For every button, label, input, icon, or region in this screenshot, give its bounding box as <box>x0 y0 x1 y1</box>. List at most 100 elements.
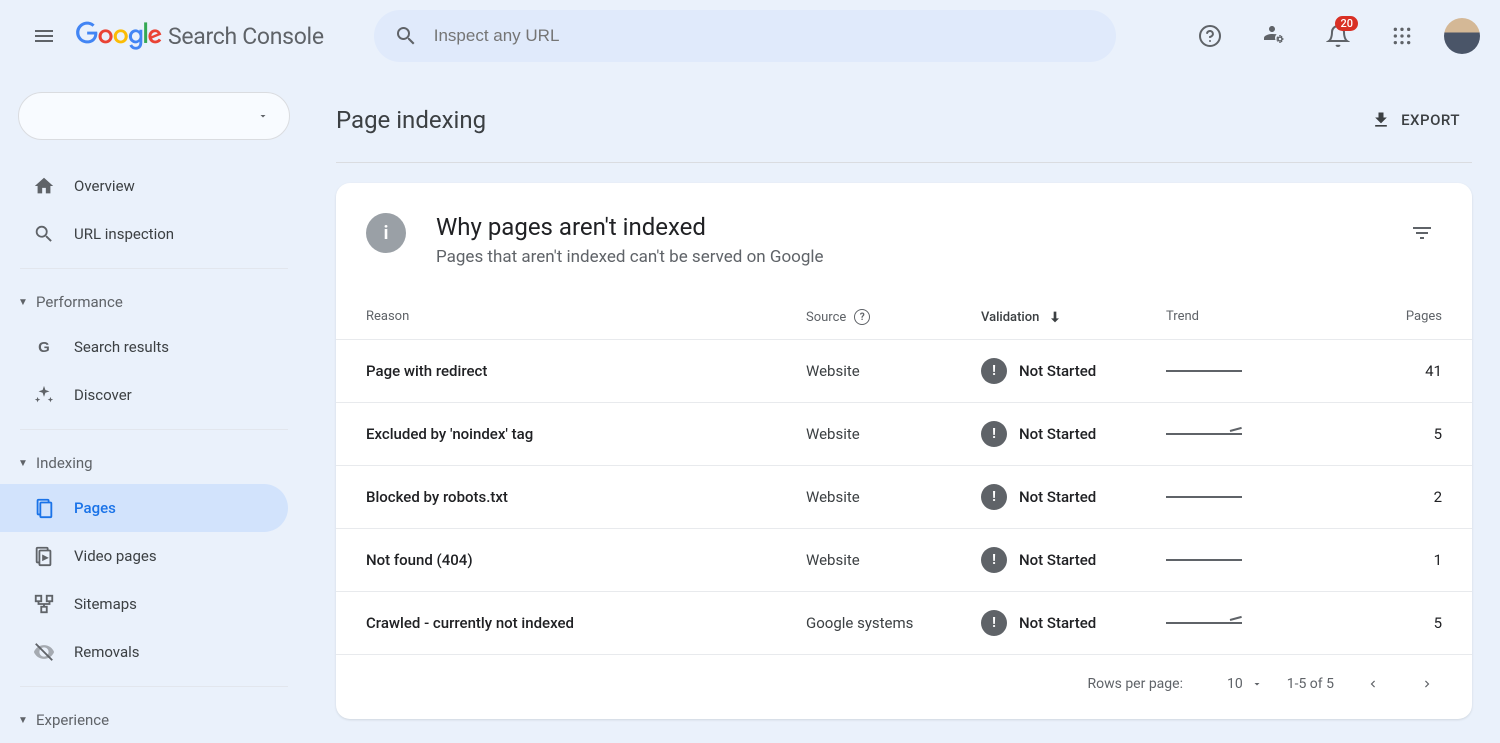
cell-validation: ! Not Started <box>981 484 1166 510</box>
col-source[interactable]: Source ? <box>806 309 981 325</box>
reasons-table: Reason Source ? Validation Trend Pages P… <box>336 295 1472 719</box>
home-icon <box>32 174 56 198</box>
table-row[interactable]: Blocked by robots.txt Website ! Not Star… <box>336 466 1472 529</box>
trend-sparkline <box>1166 496 1242 498</box>
apps-button[interactable] <box>1380 14 1424 58</box>
table-row[interactable]: Crawled - currently not indexed Google s… <box>336 592 1472 655</box>
status-not-started-icon: ! <box>981 484 1007 510</box>
section-experience[interactable]: ▼ Experience <box>0 697 308 741</box>
sidebar-item-url-inspection[interactable]: URL inspection <box>0 210 288 258</box>
cell-trend <box>1166 559 1341 561</box>
cell-pages: 5 <box>1341 425 1442 443</box>
apps-grid-icon <box>1392 26 1412 46</box>
export-button[interactable]: EXPORT <box>1359 102 1472 138</box>
next-page-button[interactable] <box>1412 673 1442 695</box>
info-icon: i <box>366 213 406 253</box>
cell-source: Google systems <box>806 614 981 632</box>
section-performance[interactable]: ▼ Performance <box>0 279 308 323</box>
section-indexing[interactable]: ▼ Indexing <box>0 440 308 484</box>
cell-trend <box>1166 433 1341 435</box>
cell-trend <box>1166 622 1341 624</box>
status-text: Not Started <box>1019 551 1096 569</box>
page-range: 1-5 of 5 <box>1287 676 1334 692</box>
pagination: Rows per page: 10 1-5 of 5 <box>336 655 1472 719</box>
rows-per-page-select[interactable]: 10 <box>1227 676 1263 692</box>
search-icon <box>32 222 56 246</box>
section-label: Performance <box>36 293 123 311</box>
video-pages-icon <box>32 544 56 568</box>
user-settings-button[interactable] <box>1252 14 1296 58</box>
help-button[interactable] <box>1188 14 1232 58</box>
nav-label: Search results <box>74 338 169 356</box>
property-selector[interactable] <box>18 92 290 140</box>
table-header: Reason Source ? Validation Trend Pages <box>336 295 1472 340</box>
user-settings-icon <box>1262 24 1286 48</box>
help-icon[interactable]: ? <box>854 309 870 325</box>
nav-label: Sitemaps <box>74 595 137 613</box>
divider <box>20 268 288 269</box>
nav-label: URL inspection <box>74 225 174 243</box>
filter-button[interactable] <box>1402 213 1442 253</box>
sitemap-icon <box>32 592 56 616</box>
sidebar-item-removals[interactable]: Removals <box>0 628 288 676</box>
cell-pages: 2 <box>1341 488 1442 506</box>
chevron-left-icon <box>1366 677 1380 691</box>
discover-icon <box>32 383 56 407</box>
sidebar: Overview URL inspection ▼ Performance G … <box>0 72 308 743</box>
account-avatar[interactable] <box>1444 18 1480 54</box>
col-trend[interactable]: Trend <box>1166 309 1341 325</box>
sidebar-item-overview[interactable]: Overview <box>0 162 288 210</box>
status-not-started-icon: ! <box>981 610 1007 636</box>
sidebar-item-discover[interactable]: Discover <box>0 371 288 419</box>
header: Search Console 20 <box>0 0 1500 72</box>
cell-validation: ! Not Started <box>981 421 1166 447</box>
cell-validation: ! Not Started <box>981 610 1166 636</box>
table-row[interactable]: Page with redirect Website ! Not Started… <box>336 340 1472 403</box>
search-bar[interactable] <box>374 10 1116 62</box>
chevron-down-icon: ▼ <box>18 297 32 308</box>
removals-icon <box>32 640 56 664</box>
section-label: Experience <box>36 711 109 729</box>
chevron-down-icon <box>257 110 269 122</box>
nav-label: Overview <box>74 177 135 195</box>
section-label: Indexing <box>36 454 93 472</box>
download-icon <box>1371 110 1391 130</box>
logo[interactable]: Search Console <box>76 21 324 51</box>
prev-page-button[interactable] <box>1358 673 1388 695</box>
help-icon <box>1198 24 1222 48</box>
col-validation[interactable]: Validation <box>981 309 1166 325</box>
sidebar-item-search-results[interactable]: G Search results <box>0 323 288 371</box>
cell-reason: Excluded by 'noindex' tag <box>366 425 806 443</box>
main-content: Page indexing EXPORT i Why pages aren't … <box>308 72 1500 743</box>
col-reason[interactable]: Reason <box>366 309 806 325</box>
url-inspect-input[interactable] <box>434 26 1096 46</box>
sidebar-item-video-pages[interactable]: Video pages <box>0 532 288 580</box>
cell-source: Website <box>806 551 981 569</box>
cell-reason: Page with redirect <box>366 362 806 380</box>
cell-reason: Crawled - currently not indexed <box>366 614 806 632</box>
pages-icon <box>32 496 56 520</box>
export-label: EXPORT <box>1401 111 1460 129</box>
cell-validation: ! Not Started <box>981 547 1166 573</box>
nav-label: Discover <box>74 386 132 404</box>
card-subtitle: Pages that aren't indexed can't be serve… <box>436 247 824 267</box>
status-text: Not Started <box>1019 488 1096 506</box>
cell-pages: 5 <box>1341 614 1442 632</box>
status-not-started-icon: ! <box>981 358 1007 384</box>
nav-label: Removals <box>74 643 140 661</box>
cell-pages: 41 <box>1341 362 1442 380</box>
notifications-button[interactable]: 20 <box>1316 14 1360 58</box>
trend-sparkline <box>1166 622 1242 624</box>
menu-icon <box>32 24 56 48</box>
cell-reason: Blocked by robots.txt <box>366 488 806 506</box>
status-text: Not Started <box>1019 614 1096 632</box>
sidebar-item-pages[interactable]: Pages <box>0 484 288 532</box>
col-pages[interactable]: Pages <box>1341 309 1442 325</box>
hamburger-menu-button[interactable] <box>20 12 68 60</box>
table-row[interactable]: Not found (404) Website ! Not Started 1 <box>336 529 1472 592</box>
sidebar-item-sitemaps[interactable]: Sitemaps <box>0 580 288 628</box>
table-row[interactable]: Excluded by 'noindex' tag Website ! Not … <box>336 403 1472 466</box>
chevron-down-icon: ▼ <box>18 715 32 726</box>
filter-icon <box>1410 221 1434 245</box>
trend-sparkline <box>1166 559 1242 561</box>
